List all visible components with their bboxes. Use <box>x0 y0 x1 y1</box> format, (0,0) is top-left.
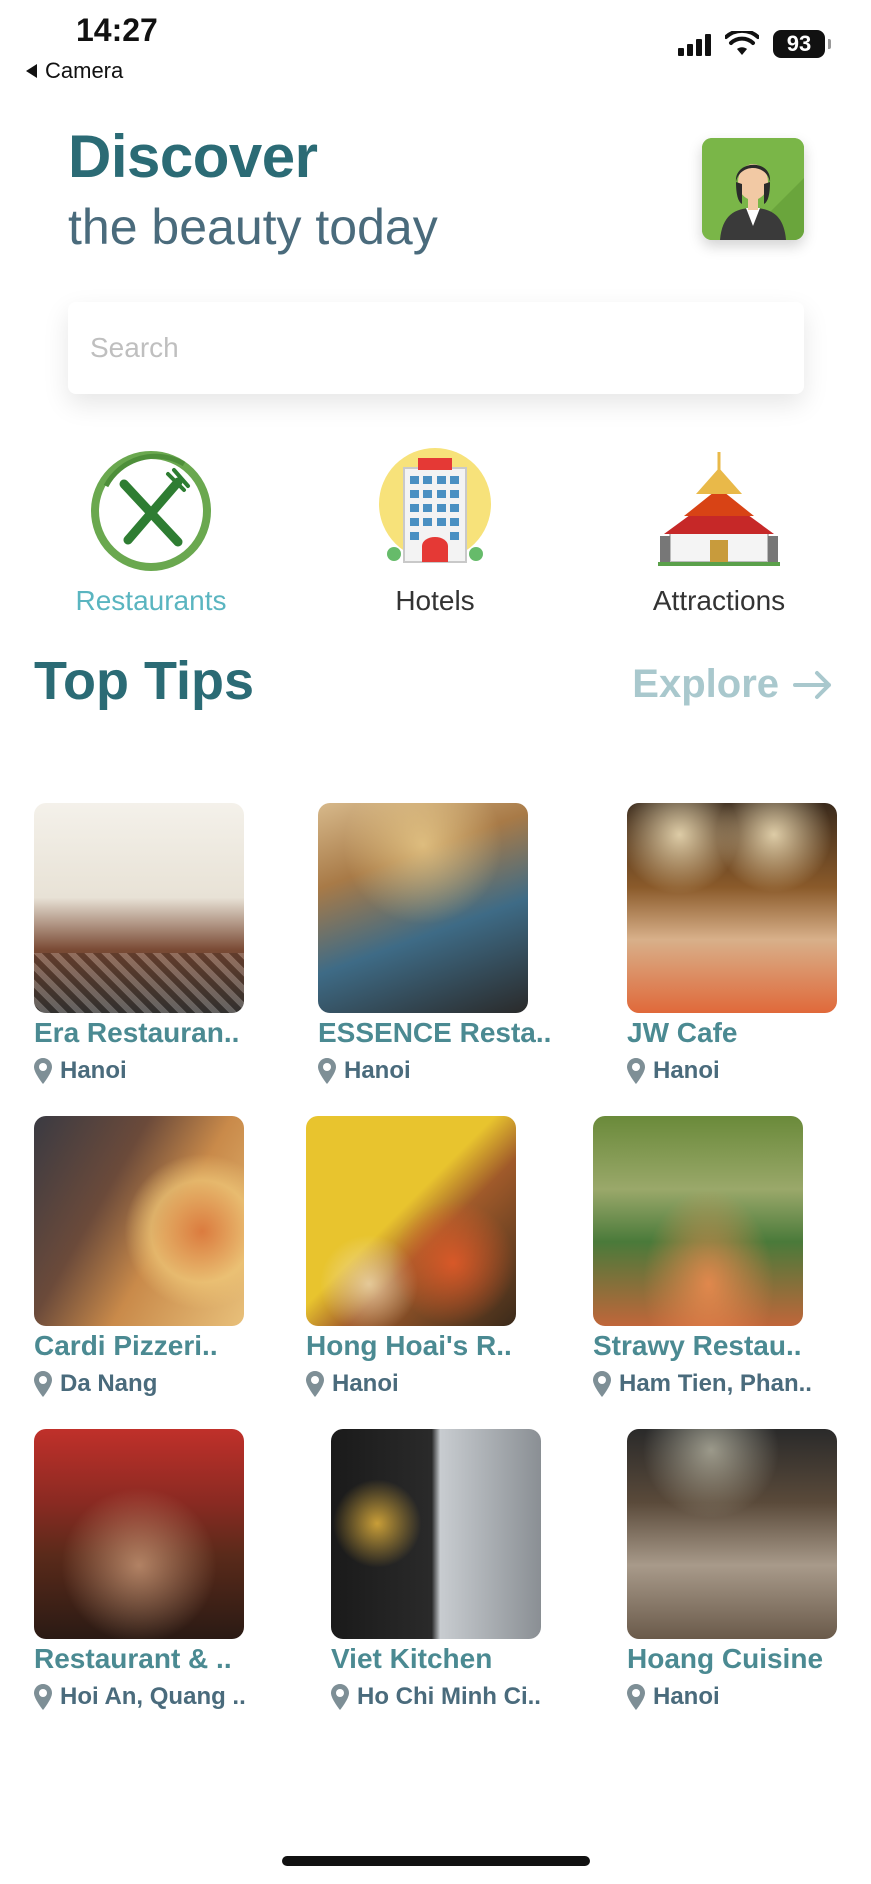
place-location: Hanoi <box>627 1683 867 1711</box>
section-title: Top Tips <box>34 651 254 711</box>
place-name: Strawy Restau.. <box>593 1330 802 1361</box>
place-name: Viet Kitchen <box>331 1643 493 1674</box>
location-label: Hanoi <box>653 1057 720 1084</box>
status-indicators: 93 <box>678 30 831 58</box>
place-card[interactable]: Era Restauran.. Hanoi <box>34 803 274 1085</box>
place-location: Hanoi <box>627 1057 867 1085</box>
place-card[interactable]: Hoang Cuisine Hanoi <box>627 1429 867 1711</box>
place-location: Hanoi <box>34 1057 274 1085</box>
page-title: Discover <box>68 123 318 190</box>
place-photo[interactable] <box>627 1429 837 1639</box>
back-app-label: Camera <box>45 58 124 83</box>
place-name: Cardi Pizzeri.. <box>34 1330 218 1361</box>
place-location: Ham Tien, Phan.. <box>593 1370 833 1398</box>
explore-label: Explore <box>632 662 779 706</box>
category-label: Hotels <box>395 585 475 616</box>
place-name: JW Cafe <box>627 1017 738 1048</box>
place-name: Restaurant & .. <box>34 1643 232 1674</box>
place-card[interactable]: Viet Kitchen Ho Chi Minh Ci.. <box>331 1429 571 1711</box>
location-pin-icon <box>627 1058 645 1084</box>
location-label: Hoi An, Quang .. <box>60 1683 246 1710</box>
category-label: Attractions <box>652 585 786 616</box>
wifi-icon <box>725 31 759 55</box>
location-pin-icon <box>627 1684 645 1710</box>
place-name: Hong Hoai's R.. <box>306 1330 512 1361</box>
place-photo[interactable] <box>34 1429 244 1639</box>
avatar[interactable] <box>702 138 804 240</box>
home-indicator[interactable] <box>282 1856 590 1866</box>
user-avatar-icon <box>702 138 804 240</box>
place-card[interactable]: JW Cafe Hanoi <box>627 803 867 1085</box>
place-location: Hoi An, Quang .. <box>34 1683 274 1711</box>
place-name: ESSENCE Resta.. <box>318 1017 552 1048</box>
place-name: Era Restauran.. <box>34 1017 240 1048</box>
explore-link[interactable]: Explore <box>632 662 833 707</box>
location-label: Ho Chi Minh Ci.. <box>357 1683 541 1710</box>
back-triangle-icon <box>26 64 37 78</box>
location-label: Hanoi <box>60 1057 127 1084</box>
place-photo[interactable] <box>627 803 837 1013</box>
place-photo[interactable] <box>34 1116 244 1326</box>
location-pin-icon <box>34 1058 52 1084</box>
place-name: Hoang Cuisine <box>627 1643 824 1674</box>
page-subtitle: the beauty today <box>68 199 438 255</box>
location-pin-icon <box>34 1371 52 1397</box>
place-card[interactable]: Strawy Restau.. Ham Tien, Phan.. <box>593 1116 833 1398</box>
hotel-icon <box>379 448 491 563</box>
place-card[interactable]: Cardi Pizzeri.. Da Nang <box>34 1116 274 1398</box>
place-card[interactable]: Hong Hoai's R.. Hanoi <box>306 1116 546 1398</box>
place-card[interactable]: ESSENCE Resta.. Hanoi <box>318 803 558 1085</box>
status-time: 14:27 <box>76 12 158 48</box>
place-location: Hanoi <box>318 1057 558 1085</box>
location-label: Hanoi <box>653 1683 720 1710</box>
category-label: Restaurants <box>75 585 227 616</box>
arrow-right-icon <box>793 670 831 699</box>
category-restaurants[interactable]: Restaurants <box>46 446 256 617</box>
location-label: Hanoi <box>344 1057 411 1084</box>
location-pin-icon <box>331 1684 349 1710</box>
place-photo[interactable] <box>593 1116 803 1326</box>
battery-icon: 93 <box>773 30 831 58</box>
category-hotels[interactable]: Hotels <box>330 446 540 617</box>
location-pin-icon <box>593 1371 611 1397</box>
place-photo[interactable] <box>34 803 244 1013</box>
location-label: Ham Tien, Phan.. <box>619 1370 812 1397</box>
search-input[interactable] <box>68 302 804 394</box>
location-pin-icon <box>34 1684 52 1710</box>
cellular-signal-icon <box>678 32 711 56</box>
place-photo[interactable] <box>306 1116 516 1326</box>
place-photo[interactable] <box>331 1429 541 1639</box>
place-location: Hanoi <box>306 1370 546 1398</box>
place-location: Da Nang <box>34 1370 274 1398</box>
category-attractions[interactable]: Attractions <box>614 446 824 617</box>
place-photo[interactable] <box>318 803 528 1013</box>
fork-knife-icon <box>91 451 211 571</box>
back-to-app-link[interactable]: Camera <box>26 58 123 84</box>
location-pin-icon <box>306 1371 324 1397</box>
place-card[interactable]: Restaurant & .. Hoi An, Quang .. <box>34 1429 274 1711</box>
location-label: Hanoi <box>332 1370 399 1397</box>
temple-icon <box>658 452 780 566</box>
place-location: Ho Chi Minh Ci.. <box>331 1683 571 1711</box>
location-pin-icon <box>318 1058 336 1084</box>
location-label: Da Nang <box>60 1370 158 1397</box>
